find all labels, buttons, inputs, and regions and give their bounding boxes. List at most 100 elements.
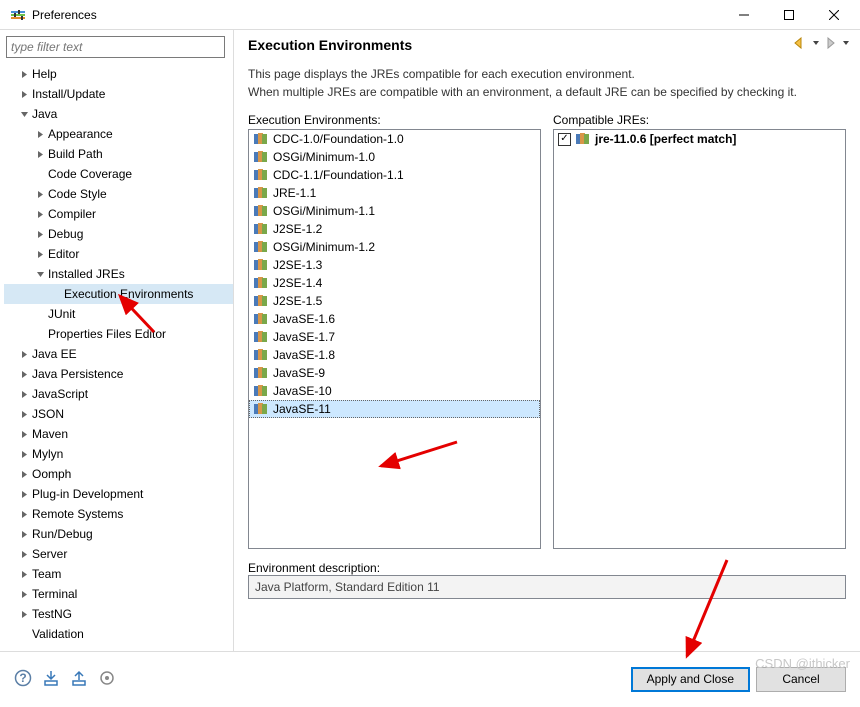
collapsed-icon[interactable] <box>16 566 32 582</box>
collapsed-icon[interactable] <box>16 546 32 562</box>
env-item-label: J2SE-1.4 <box>273 276 322 290</box>
jre-library-icon <box>253 294 269 308</box>
tree-item[interactable]: Appearance <box>4 124 233 144</box>
tree-item[interactable]: JSON <box>4 404 233 424</box>
compatible-jres-list[interactable]: jre-11.0.6 [perfect match] <box>553 129 846 549</box>
tree-item-label: Maven <box>32 427 68 441</box>
export-icon[interactable] <box>70 669 88 690</box>
tree-item[interactable]: TestNG <box>4 604 233 624</box>
tree-item[interactable]: Code Style <box>4 184 233 204</box>
minimize-button[interactable] <box>721 0 766 29</box>
collapsed-icon[interactable] <box>16 446 32 462</box>
env-item[interactable]: JavaSE-1.6 <box>249 310 540 328</box>
maximize-button[interactable] <box>766 0 811 29</box>
env-item[interactable]: JavaSE-1.7 <box>249 328 540 346</box>
tree-item[interactable]: JUnit <box>4 304 233 324</box>
env-item[interactable]: JavaSE-1.8 <box>249 346 540 364</box>
expanded-icon[interactable] <box>32 266 48 282</box>
env-item[interactable]: JavaSE-9 <box>249 364 540 382</box>
tree-item-label: Server <box>32 547 67 561</box>
tree-item[interactable]: Java <box>4 104 233 124</box>
tree-item[interactable]: Oomph <box>4 464 233 484</box>
tree-item[interactable]: Terminal <box>4 584 233 604</box>
tree-item[interactable]: Team <box>4 564 233 584</box>
tree-item[interactable]: Remote Systems <box>4 504 233 524</box>
collapsed-icon[interactable] <box>16 406 32 422</box>
tree-item[interactable]: Mylyn <box>4 444 233 464</box>
execution-environments-list[interactable]: CDC-1.0/Foundation-1.0OSGi/Minimum-1.0CD… <box>248 129 541 549</box>
help-icon[interactable]: ? <box>14 669 32 690</box>
tree-item[interactable]: Install/Update <box>4 84 233 104</box>
collapsed-icon[interactable] <box>32 246 48 262</box>
tree-item[interactable]: Maven <box>4 424 233 444</box>
tree-item[interactable]: Installed JREs <box>4 264 233 284</box>
compatible-jre-item[interactable]: jre-11.0.6 [perfect match] <box>554 130 845 148</box>
collapsed-icon[interactable] <box>16 86 32 102</box>
env-item[interactable]: J2SE-1.3 <box>249 256 540 274</box>
close-button[interactable] <box>811 0 856 29</box>
env-item[interactable]: J2SE-1.4 <box>249 274 540 292</box>
collapsed-icon[interactable] <box>16 366 32 382</box>
env-item[interactable]: JRE-1.1 <box>249 184 540 202</box>
tree-item[interactable]: Run/Debug <box>4 524 233 544</box>
tree-item[interactable]: Compiler <box>4 204 233 224</box>
left-navigation-pane: HelpInstall/Update Java AppearanceBuild Pa… <box>0 30 234 651</box>
tree-item[interactable]: Debug <box>4 224 233 244</box>
tree-item[interactable]: Help <box>4 64 233 84</box>
collapsed-icon[interactable] <box>16 526 32 542</box>
collapsed-icon[interactable] <box>16 486 32 502</box>
apply-and-close-button[interactable]: Apply and Close <box>631 667 750 692</box>
collapsed-icon[interactable] <box>16 66 32 82</box>
tree-item[interactable]: Properties Files Editor <box>4 324 233 344</box>
tree-item[interactable]: Build Path <box>4 144 233 164</box>
tree-item-label: Terminal <box>32 587 77 601</box>
env-item[interactable]: OSGi/Minimum-1.2 <box>249 238 540 256</box>
collapsed-icon[interactable] <box>16 386 32 402</box>
tree-item[interactable]: Java EE <box>4 344 233 364</box>
oomph-icon[interactable] <box>98 669 116 690</box>
back-icon[interactable] <box>792 36 810 53</box>
env-item[interactable]: OSGi/Minimum-1.1 <box>249 202 540 220</box>
tree-item[interactable]: JavaScript <box>4 384 233 404</box>
expanded-icon[interactable] <box>16 106 32 122</box>
collapsed-icon[interactable] <box>16 586 32 602</box>
import-icon[interactable] <box>42 669 60 690</box>
collapsed-icon[interactable] <box>16 426 32 442</box>
tree-item[interactable]: Execution Environments <box>4 284 233 304</box>
tree-item[interactable]: Validation <box>4 624 233 644</box>
tree-item[interactable]: Editor <box>4 244 233 264</box>
filter-input[interactable] <box>6 36 225 58</box>
env-item[interactable]: J2SE-1.2 <box>249 220 540 238</box>
env-item[interactable]: CDC-1.0/Foundation-1.0 <box>249 130 540 148</box>
collapsed-icon[interactable] <box>16 606 32 622</box>
collapsed-icon[interactable] <box>16 346 32 362</box>
tree-item[interactable]: Code Coverage <box>4 164 233 184</box>
collapsed-icon[interactable] <box>32 186 48 202</box>
env-item[interactable]: JavaSE-11 <box>249 400 540 418</box>
env-item[interactable]: OSGi/Minimum-1.0 <box>249 148 540 166</box>
collapsed-icon[interactable] <box>32 146 48 162</box>
jre-checkbox[interactable] <box>558 133 571 146</box>
tree-item-label: Debug <box>48 227 83 241</box>
collapsed-icon[interactable] <box>32 126 48 142</box>
forward-dropdown-icon[interactable] <box>842 36 850 53</box>
back-dropdown-icon[interactable] <box>812 36 820 53</box>
preferences-tree[interactable]: HelpInstall/Update Java AppearanceBuild Pa… <box>0 62 233 651</box>
tree-item[interactable]: Plug-in Development <box>4 484 233 504</box>
collapsed-icon[interactable] <box>32 206 48 222</box>
env-item[interactable]: JavaSE-10 <box>249 382 540 400</box>
forward-icon[interactable] <box>822 36 840 53</box>
tree-item-label: JSON <box>32 407 64 421</box>
env-item-label: JRE-1.1 <box>273 186 316 200</box>
env-item[interactable]: J2SE-1.5 <box>249 292 540 310</box>
tree-item-label: Mylyn <box>32 447 63 461</box>
cancel-button[interactable]: Cancel <box>756 667 846 692</box>
tree-item-label: Java <box>32 107 57 121</box>
collapsed-icon[interactable] <box>16 506 32 522</box>
tree-item[interactable]: Server <box>4 544 233 564</box>
env-item[interactable]: CDC-1.1/Foundation-1.1 <box>249 166 540 184</box>
collapsed-icon[interactable] <box>16 466 32 482</box>
collapsed-icon[interactable] <box>32 226 48 242</box>
tree-item[interactable]: Java Persistence <box>4 364 233 384</box>
env-item-label: J2SE-1.3 <box>273 258 322 272</box>
